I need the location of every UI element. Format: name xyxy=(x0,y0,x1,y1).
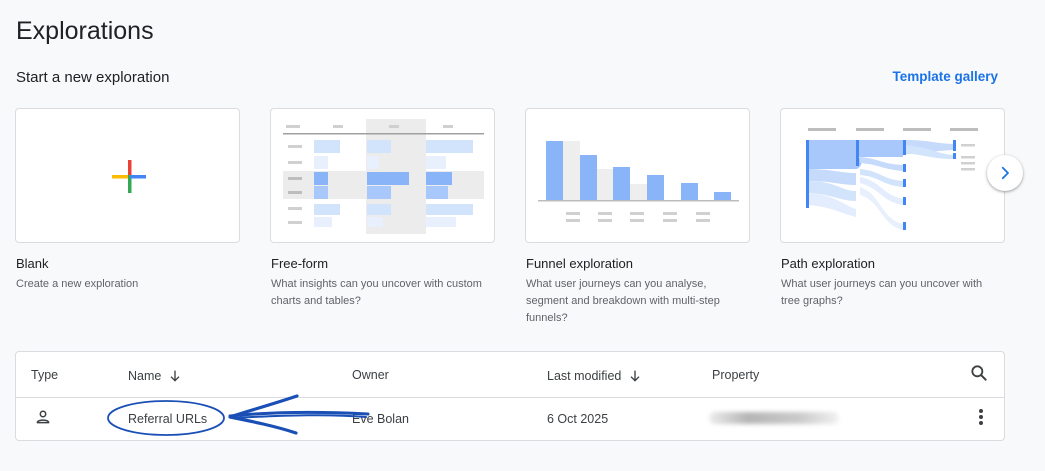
header-divider xyxy=(16,397,1004,398)
search-button[interactable] xyxy=(969,363,989,388)
row-more-button[interactable] xyxy=(973,407,989,432)
card-desc-funnel: What user journeys can you analyse, segm… xyxy=(526,278,720,324)
path-illustration xyxy=(806,128,978,230)
path-template-card[interactable] xyxy=(780,108,1005,243)
explorations-table: Type Name Owner Last modified Property R xyxy=(15,351,1005,441)
card-label-blank: Blank xyxy=(16,256,49,271)
card-desc-path: What user journeys can you uncover with … xyxy=(781,278,983,307)
section-title: Start a new exploration xyxy=(16,69,170,86)
header-property: Property xyxy=(712,368,760,382)
google-plus-icon xyxy=(112,160,146,193)
free-form-template-card[interactable] xyxy=(270,108,495,243)
header-name[interactable]: Name xyxy=(128,368,183,384)
header-owner: Owner xyxy=(352,368,389,382)
person-icon xyxy=(34,408,52,431)
card-label-path: Path exploration xyxy=(781,256,875,271)
more-vert-icon xyxy=(979,409,983,425)
arrow-down-icon xyxy=(630,370,640,382)
row-last-modified: 6 Oct 2025 xyxy=(547,412,609,426)
page-title: Explorations xyxy=(16,17,154,45)
funnel-illustration xyxy=(538,141,739,222)
header-type: Type xyxy=(31,368,59,382)
header-last-modified[interactable]: Last modified xyxy=(547,368,643,384)
funnel-template-card[interactable] xyxy=(525,108,750,243)
free-form-illustration xyxy=(283,119,484,234)
blank-template-card[interactable] xyxy=(15,108,240,243)
row-owner: Eve Bolan xyxy=(352,412,409,426)
chevron-right-icon xyxy=(1001,166,1009,180)
row-property-redacted xyxy=(709,412,839,424)
card-label-free-form: Free-form xyxy=(271,256,329,271)
search-icon xyxy=(971,365,987,381)
arrow-down-icon xyxy=(170,370,180,382)
card-label-funnel: Funnel exploration xyxy=(526,256,633,271)
template-gallery-link[interactable]: Template gallery xyxy=(892,69,998,84)
card-desc-free-form: What insights can you uncover with custo… xyxy=(271,278,482,307)
row-name[interactable]: Referral URLs xyxy=(128,412,207,426)
card-desc-blank: Create a new exploration xyxy=(16,278,139,290)
next-templates-button[interactable] xyxy=(987,155,1023,191)
